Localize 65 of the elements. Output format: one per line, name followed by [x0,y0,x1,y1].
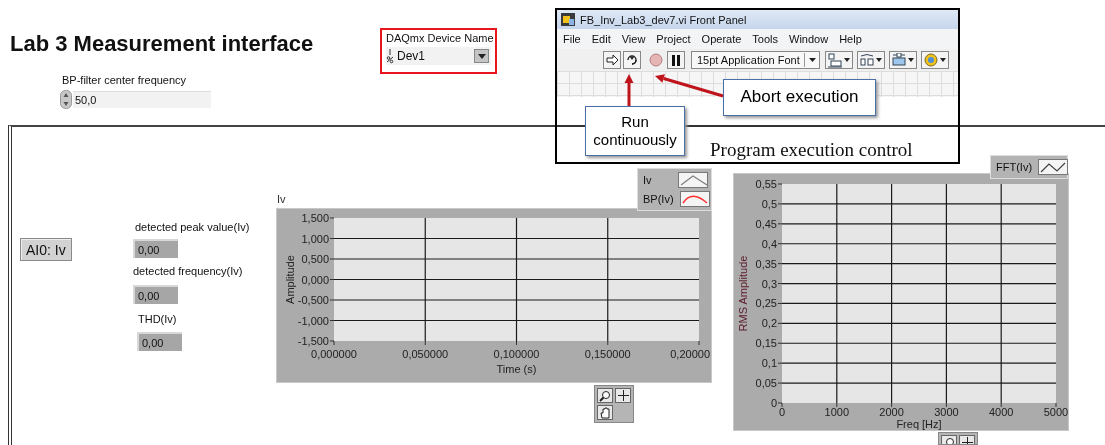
tick-label: 2000 [879,406,904,418]
tick-label: 0,5 [761,197,777,210]
menu-item[interactable]: File [563,33,581,45]
axis-title: Freq [Hz] [896,418,942,430]
tick-label: 0,35 [755,257,777,270]
font-dropdown[interactable]: 15pt Application Font [691,51,820,69]
tick-label: 0,100000 [493,348,540,360]
numeric-indicator: 0,00 [133,285,178,304]
menu-item[interactable]: Tools [752,33,779,45]
tick-label: 0,2 [761,317,777,330]
tick-label: 0,55 [755,178,777,190]
tick-label: 3000 [934,406,959,418]
menu-item[interactable]: Edit [591,33,611,45]
menu-item[interactable]: Operate [701,33,742,45]
numeric-indicator: 0,00 [137,332,182,351]
tick-label: 0,500 [301,253,329,265]
chart-label: Iv [277,193,286,205]
axis-title: Time (s) [496,363,537,375]
tick-label: 0,150000 [584,348,631,360]
menu-item[interactable]: Help [839,33,862,45]
tick-label: 0,4 [761,237,777,250]
control-label: BP-filter center frequency [62,74,187,86]
tick-label: 0,25 [755,297,777,310]
tick-label: 0,45 [755,217,777,230]
axis-title: RMS Amplitude [737,255,749,332]
legend-label: BP(Iv) [643,193,674,205]
control-label: DAQmx Device Name [386,32,491,44]
menu-item[interactable]: Window [789,33,829,45]
tick-label: 0,000 [301,273,329,286]
numeric-field[interactable]: 50,0 [73,91,211,108]
tick-label: 0,05 [755,377,777,390]
dropdown-value: 15pt Application Font [697,54,800,66]
tick-label: 1,000 [301,232,329,245]
dropdown-value: Dev1 [397,49,426,63]
callout-box: Run continuously [585,106,685,156]
window-title: FB_Inv_Lab3_dev7.vi Front Panel [580,13,747,26]
tick-label: -0,500 [297,294,329,306]
tick-label: -1,000 [297,314,329,327]
indicator-label: THD(Iv) [138,313,177,325]
legend-label: FFT(Iv) [996,161,1033,173]
tick-label: -1,500 [297,335,329,347]
menu-item[interactable]: View [621,33,646,45]
indicator-label: detected frequency(Iv) [133,265,243,277]
tick-label: 0,000000 [311,348,357,360]
tick-label: 0,050000 [402,348,449,360]
tick-label: 4000 [988,406,1014,418]
menu-item[interactable]: Project [656,33,691,45]
tick-label: 0 [778,406,786,418]
callout-box: Abort execution [723,79,876,116]
axis-title: Amplitude [284,255,296,304]
tick-label: 0,1 [761,357,777,370]
tick-label: 0 [770,397,777,409]
legend-label: Iv [643,174,652,186]
channel-button[interactable]: AI0: Iv [20,238,72,261]
indicator-label: detected peak value(Iv) [135,221,250,233]
tick-label: 5000 [1043,406,1068,418]
numeric-indicator: 0,00 [133,239,178,258]
caption: Program execution control [710,139,913,161]
panel-title: Lab 3 Measurement interface [10,31,314,57]
tick-label: 0,3 [761,277,777,290]
tick-label: 0,20000 [670,348,710,360]
tick-label: 1000 [824,406,850,418]
tick-label: 0,15 [755,337,777,350]
device-dropdown[interactable]: Dev1 [386,47,491,65]
tick-label: 1,500 [301,212,329,224]
